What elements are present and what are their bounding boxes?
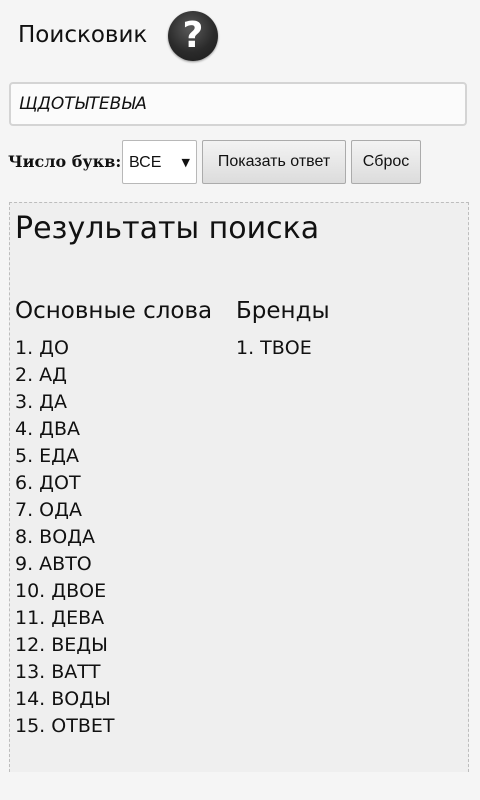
results-title: Результаты поиска bbox=[15, 211, 320, 246]
brands-heading: Бренды bbox=[236, 298, 330, 324]
reset-button[interactable]: Сброс bbox=[351, 140, 421, 184]
chevron-down-icon: ▼ bbox=[181, 156, 190, 169]
app-title: Поисковик bbox=[18, 22, 148, 48]
list-item: 1. ДО bbox=[15, 337, 69, 359]
main-words-list: 1. ДО 2. АД 3. ДА 4. ДВА 5. ЕДА 6. ДОТ 7… bbox=[15, 335, 230, 740]
list-item: 11. ДЕВА bbox=[15, 607, 105, 629]
brands-column: Бренды 1. ТВОЕ bbox=[236, 295, 456, 362]
list-item: 5. ЕДА bbox=[15, 445, 80, 467]
list-item: 10. ДВОЕ bbox=[15, 580, 107, 602]
controls-row: Число букв: ВСЕ ▼ Показать ответ Сброс bbox=[0, 140, 480, 184]
list-item: 7. ОДА bbox=[15, 499, 82, 521]
list-item: 4. ДВА bbox=[15, 418, 81, 440]
list-item: 1. ТВОЕ bbox=[236, 337, 312, 359]
question-circle-icon: ? bbox=[182, 15, 204, 56]
help-button[interactable]: ? bbox=[168, 11, 218, 61]
show-answer-button[interactable]: Показать ответ bbox=[202, 140, 346, 184]
main-words-column: Основные слова 1. ДО 2. АД 3. ДА 4. ДВА … bbox=[15, 295, 230, 740]
page-bottom bbox=[0, 772, 480, 800]
letter-count-select-value: ВСЕ bbox=[129, 154, 162, 171]
app-header: Поисковик ? bbox=[0, 0, 480, 72]
list-item: 15. ОТВЕТ bbox=[15, 715, 115, 737]
brands-list: 1. ТВОЕ bbox=[236, 335, 456, 362]
main-words-heading: Основные слова bbox=[15, 298, 213, 324]
letter-count-label: Число букв: bbox=[8, 152, 122, 171]
list-item: 2. АД bbox=[15, 364, 68, 386]
list-item: 12. ВЕДЫ bbox=[15, 634, 108, 656]
list-item: 13. ВАТТ bbox=[15, 661, 101, 683]
list-item: 6. ДОТ bbox=[15, 472, 81, 494]
list-item: 14. ВОДЫ bbox=[15, 688, 111, 710]
letter-count-select[interactable]: ВСЕ ▼ bbox=[122, 140, 197, 184]
letters-input[interactable] bbox=[9, 82, 467, 126]
list-item: 9. АВТО bbox=[15, 553, 92, 575]
results-panel: Результаты поиска Основные слова 1. ДО 2… bbox=[9, 202, 469, 772]
list-item: 3. ДА bbox=[15, 391, 68, 413]
list-item: 8. ВОДА bbox=[15, 526, 95, 548]
